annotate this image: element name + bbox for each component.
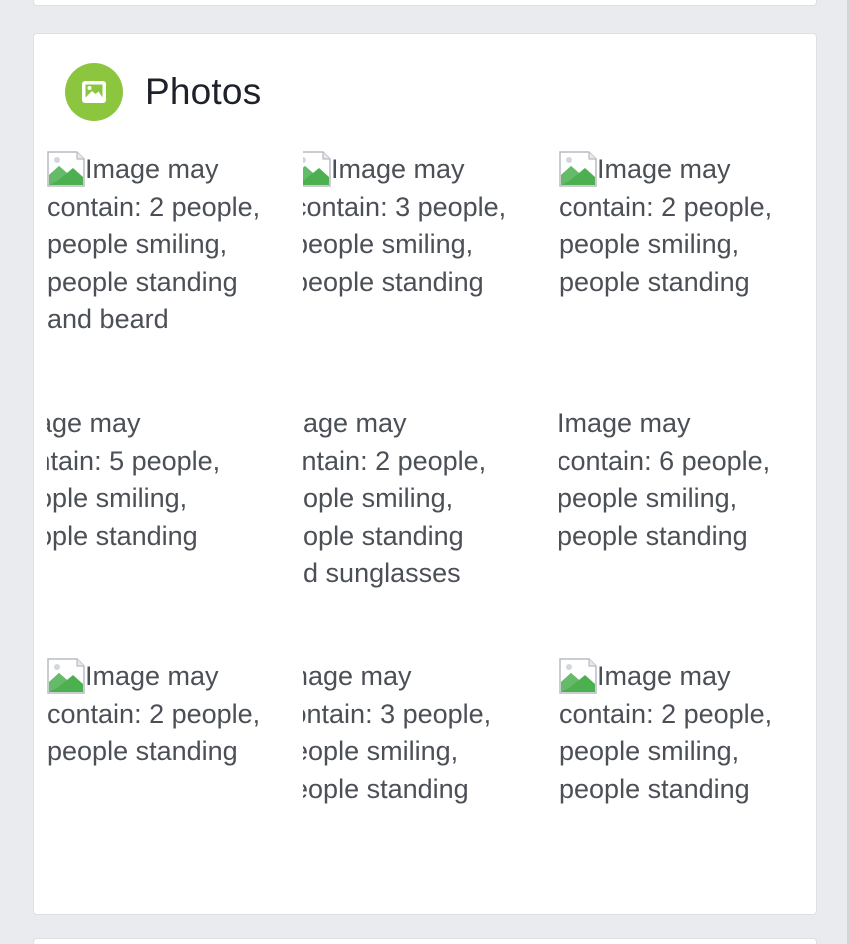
photo-alt-text: Image may contain: 3 people, people smil… [303, 661, 492, 804]
photos-icon [65, 63, 123, 121]
previous-card [33, 0, 817, 6]
photo-alt-text: Image may contain: 5 people, people smil… [47, 408, 221, 551]
photo-thumbnail[interactable]: Image may contain: 6 people, people smil… [559, 405, 781, 635]
photo-thumbnail[interactable]: Image may contain: 5 people, people smil… [47, 405, 269, 635]
broken-image-icon [559, 658, 597, 694]
photo-thumbnail[interactable]: Image may contain: 2 people, people smil… [47, 151, 269, 381]
broken-image-icon [47, 658, 85, 694]
photos-header: Photos [65, 63, 261, 121]
photo-thumbnail[interactable]: Image may contain: 3 people, people smil… [303, 658, 525, 888]
photo-thumbnail[interactable]: Image may contain: 2 people, people stan… [47, 658, 269, 888]
section-title[interactable]: Photos [145, 71, 261, 113]
next-card [33, 938, 817, 944]
photo-thumbnail[interactable]: Image may contain: 2 people, people smil… [559, 658, 781, 888]
broken-image-icon [559, 151, 597, 187]
page: Photos Image may contain: 2 people, peop… [0, 0, 850, 944]
photo-thumbnail[interactable]: Image may contain: 3 people, people smil… [303, 151, 525, 381]
photo-thumbnail[interactable]: Image may contain: 2 people, people smil… [559, 151, 781, 381]
photo-alt-text: Image may contain: 6 people, people smil… [559, 408, 771, 551]
broken-image-icon [47, 151, 85, 187]
photo-alt-text: Image may contain: 2 people, people smil… [303, 408, 487, 588]
photo-alt-text: Image may contain: 3 people, people smil… [303, 154, 507, 297]
broken-image-icon [303, 151, 331, 187]
photo-thumbnail[interactable]: Image may contain: 2 people, people smil… [303, 405, 525, 635]
